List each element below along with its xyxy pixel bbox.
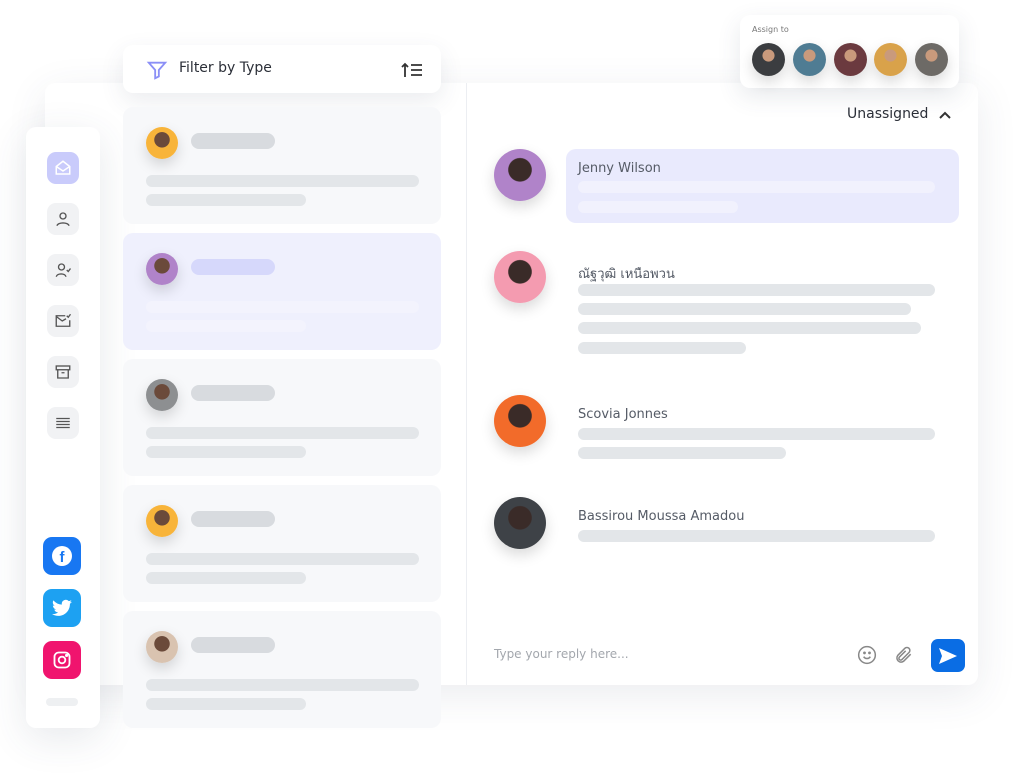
send-button[interactable] xyxy=(931,639,965,672)
contact-avatar xyxy=(146,631,178,663)
name-placeholder xyxy=(191,259,275,275)
sort-icon[interactable] xyxy=(401,62,423,78)
sidebar-item-inbox[interactable] xyxy=(47,152,79,184)
contact-avatar xyxy=(146,127,178,159)
sender-avatar xyxy=(494,149,546,201)
assignee-avatar[interactable] xyxy=(834,43,867,76)
reply-input[interactable]: Type your reply here... xyxy=(494,647,629,661)
list-icon xyxy=(56,417,70,429)
text-placeholder xyxy=(146,446,306,458)
message-text-placeholder xyxy=(578,447,786,459)
instagram-icon xyxy=(53,651,71,669)
mail-check-icon xyxy=(55,313,72,327)
sender-avatar xyxy=(494,395,546,447)
send-icon xyxy=(939,647,957,664)
message-text-placeholder xyxy=(578,428,935,440)
text-placeholder xyxy=(146,301,419,313)
text-placeholder xyxy=(146,698,306,710)
text-placeholder xyxy=(146,194,306,206)
name-placeholder xyxy=(191,385,275,401)
contact-avatar xyxy=(146,253,178,285)
chevron-up-icon[interactable] xyxy=(938,109,952,121)
text-placeholder xyxy=(146,320,306,332)
sidebar: f xyxy=(26,127,100,728)
assign-to-panel: Assign to xyxy=(740,15,959,88)
sender-avatar xyxy=(494,497,546,549)
sender-name: Jenny Wilson xyxy=(578,161,661,176)
name-placeholder xyxy=(191,637,275,653)
assignment-status[interactable]: Unassigned xyxy=(847,106,928,122)
filter-label: Filter by Type xyxy=(179,60,272,76)
sidebar-item-archive[interactable] xyxy=(47,356,79,388)
sender-name: Scovia Jonnes xyxy=(578,407,668,422)
assignee-avatar[interactable] xyxy=(752,43,785,76)
sidebar-item-resolved[interactable] xyxy=(47,305,79,337)
conversation-card[interactable] xyxy=(123,611,441,728)
divider xyxy=(466,83,467,685)
message-text-placeholder xyxy=(578,342,746,354)
conversation-card[interactable] xyxy=(123,233,441,350)
name-placeholder xyxy=(191,511,275,527)
conversation-card[interactable] xyxy=(123,485,441,602)
text-placeholder xyxy=(146,572,306,584)
twitter-button[interactable] xyxy=(43,589,81,627)
user-check-icon xyxy=(55,263,72,278)
sidebar-placeholder xyxy=(46,698,78,706)
assignee-avatar[interactable] xyxy=(793,43,826,76)
message-text-placeholder xyxy=(578,303,911,315)
sender-name: Bassirou Moussa Amadou xyxy=(578,509,745,524)
sidebar-item-menu[interactable] xyxy=(47,407,79,439)
name-placeholder xyxy=(191,133,275,149)
funnel-icon xyxy=(146,61,168,80)
contact-avatar xyxy=(146,379,178,411)
message-text-placeholder xyxy=(578,201,738,213)
sidebar-item-contacts[interactable] xyxy=(47,203,79,235)
instagram-button[interactable] xyxy=(43,641,81,679)
assignee-avatar[interactable] xyxy=(874,43,907,76)
text-placeholder xyxy=(146,175,419,187)
assign-label: Assign to xyxy=(752,25,789,34)
sender-avatar xyxy=(494,251,546,303)
envelope-open-icon xyxy=(55,160,71,175)
message-text-placeholder xyxy=(578,284,935,296)
sidebar-item-assigned[interactable] xyxy=(47,254,79,286)
assignee-avatar[interactable] xyxy=(915,43,948,76)
facebook-button[interactable]: f xyxy=(43,537,81,575)
conversation-card[interactable] xyxy=(123,107,441,224)
message-text-placeholder xyxy=(578,322,921,334)
facebook-icon: f xyxy=(52,546,72,566)
sender-name: ณัฐวุฒิ เหนือพวน xyxy=(578,267,675,282)
text-placeholder xyxy=(146,427,419,439)
archive-icon xyxy=(55,365,71,379)
filter-by-type[interactable]: Filter by Type xyxy=(123,45,441,93)
message-text-placeholder xyxy=(578,530,935,542)
attachment-icon[interactable] xyxy=(894,645,914,665)
message-text-placeholder xyxy=(578,181,935,193)
user-icon xyxy=(56,212,70,227)
text-placeholder xyxy=(146,679,419,691)
twitter-icon xyxy=(52,599,72,616)
text-placeholder xyxy=(146,553,419,565)
emoji-icon[interactable] xyxy=(857,645,877,665)
conversation-card[interactable] xyxy=(123,359,441,476)
contact-avatar xyxy=(146,505,178,537)
